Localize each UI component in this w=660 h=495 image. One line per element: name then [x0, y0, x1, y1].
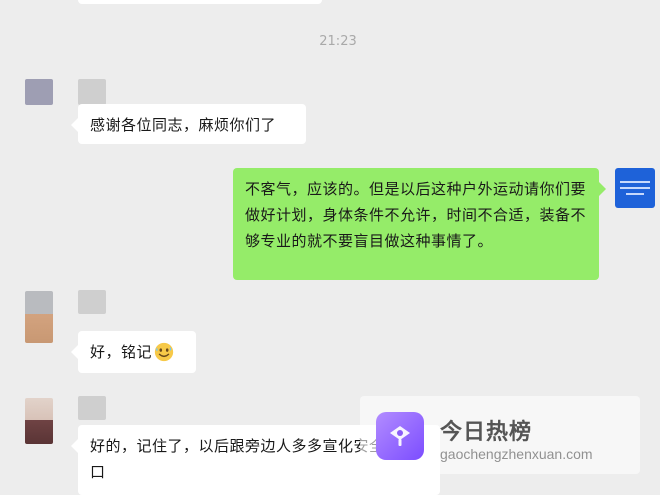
watermark: 今日热榜 gaochengzhenxuan.com	[360, 396, 640, 474]
previous-message-bubble[interactable]	[78, 0, 322, 4]
timestamp: 21:23	[319, 34, 357, 49]
message-text: 感谢各位同志，麻烦你们了	[90, 116, 277, 134]
sender-name	[78, 79, 106, 105]
contact-avatar[interactable]	[25, 398, 53, 444]
watermark-brand: 今日热榜	[440, 420, 533, 445]
contact-avatar[interactable]	[25, 291, 53, 343]
outgoing-message-bubble[interactable]: 不客气，应该的。但是以后这种户外运动请你们要做好计划，身体条件不允许，时间不合适…	[233, 168, 606, 280]
sender-name	[78, 396, 106, 420]
watermark-url: gaochengzhenxuan.com	[440, 446, 593, 462]
watermark-logo-icon	[376, 412, 424, 460]
message-text: 不客气，应该的。但是以后这种户外运动请你们要做好计划，身体条件不允许，时间不合适…	[245, 180, 587, 250]
sender-name	[78, 290, 106, 314]
contact-avatar[interactable]	[25, 79, 53, 105]
incoming-message-bubble[interactable]: 好，铭记	[71, 331, 196, 373]
incoming-message-bubble[interactable]: 感谢各位同志，麻烦你们了	[71, 104, 306, 144]
my-avatar[interactable]	[615, 168, 655, 208]
message-text: 好，铭记	[90, 343, 153, 361]
grinning-sweat-face-icon	[154, 342, 174, 362]
